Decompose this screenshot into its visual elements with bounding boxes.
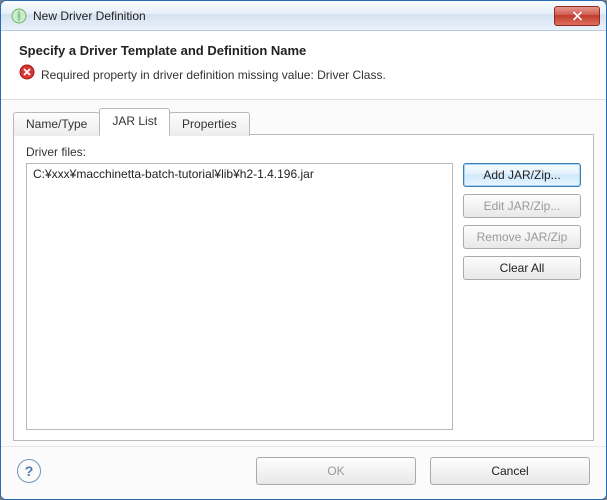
remove-jar-button: Remove JAR/Zip: [463, 225, 581, 249]
error-icon: [19, 64, 35, 85]
titlebar: New Driver Definition: [1, 1, 606, 31]
add-jar-button[interactable]: Add JAR/Zip...: [463, 163, 581, 187]
error-message: Required property in driver definition m…: [41, 68, 386, 82]
tab-properties[interactable]: Properties: [169, 112, 250, 136]
jar-side-buttons: Add JAR/Zip... Edit JAR/Zip... Remove JA…: [463, 163, 581, 430]
tab-panel-jar-list: Driver files: C:¥xxx¥macchinetta-batch-t…: [13, 134, 594, 441]
driver-files-label: Driver files:: [26, 145, 581, 159]
window-title: New Driver Definition: [33, 9, 554, 23]
edit-jar-button: Edit JAR/Zip...: [463, 194, 581, 218]
help-icon[interactable]: ?: [17, 459, 41, 483]
dialog-header: Specify a Driver Template and Definition…: [1, 31, 606, 100]
ok-button: OK: [256, 457, 416, 485]
close-button[interactable]: [554, 6, 600, 26]
cancel-button[interactable]: Cancel: [430, 457, 590, 485]
driver-files-list[interactable]: C:¥xxx¥macchinetta-batch-tutorial¥lib¥h2…: [26, 163, 453, 430]
dialog-window: New Driver Definition Specify a Driver T…: [0, 0, 607, 500]
tab-jar-list[interactable]: JAR List: [99, 108, 170, 135]
dialog-heading: Specify a Driver Template and Definition…: [19, 43, 588, 58]
jar-list-row: C:¥xxx¥macchinetta-batch-tutorial¥lib¥h2…: [26, 163, 581, 430]
dialog-body: Name/Type JAR List Properties Driver fil…: [1, 100, 606, 446]
error-row: Required property in driver definition m…: [19, 64, 588, 85]
tab-bar: Name/Type JAR List Properties: [13, 108, 594, 135]
dialog-footer: ? OK Cancel: [1, 446, 606, 499]
tab-name-type[interactable]: Name/Type: [13, 112, 100, 136]
clear-all-button[interactable]: Clear All: [463, 256, 581, 280]
list-item[interactable]: C:¥xxx¥macchinetta-batch-tutorial¥lib¥h2…: [31, 166, 448, 182]
app-icon: [11, 8, 27, 24]
